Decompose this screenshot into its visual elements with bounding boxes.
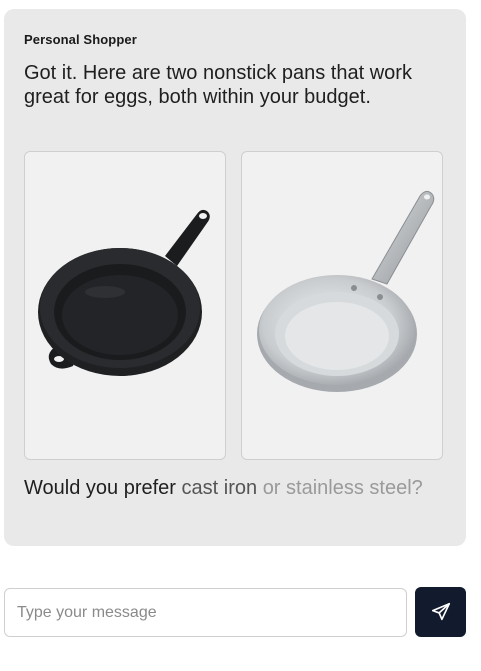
question-word: Would	[24, 477, 81, 499]
question-word: iron	[223, 477, 258, 499]
sender-name: Personal Shopper	[24, 32, 137, 47]
message-composer	[4, 588, 407, 637]
cast-iron-skillet-image	[38, 209, 210, 376]
question-word: or	[262, 477, 281, 499]
paper-plane-icon	[431, 602, 450, 621]
send-button[interactable]	[415, 587, 466, 637]
assistant-message-card: Personal Shopper Got it. Here are two no…	[4, 9, 466, 546]
question-word: cast	[181, 477, 219, 499]
question-word: you	[85, 477, 119, 499]
product-card-stainless-steel[interactable]	[241, 151, 443, 460]
question-word: stainless	[286, 477, 364, 499]
question-word: steel?	[369, 477, 423, 499]
message-input[interactable]	[5, 589, 406, 636]
assistant-message-text: Got it. Here are two nonstick pans that …	[24, 62, 412, 108]
product-card-cast-iron[interactable]	[24, 151, 226, 460]
question-word: prefer	[123, 477, 176, 499]
follow-up-question: Would you prefer cast iron or stainless …	[24, 476, 444, 500]
stainless-steel-pan-image	[257, 190, 435, 392]
